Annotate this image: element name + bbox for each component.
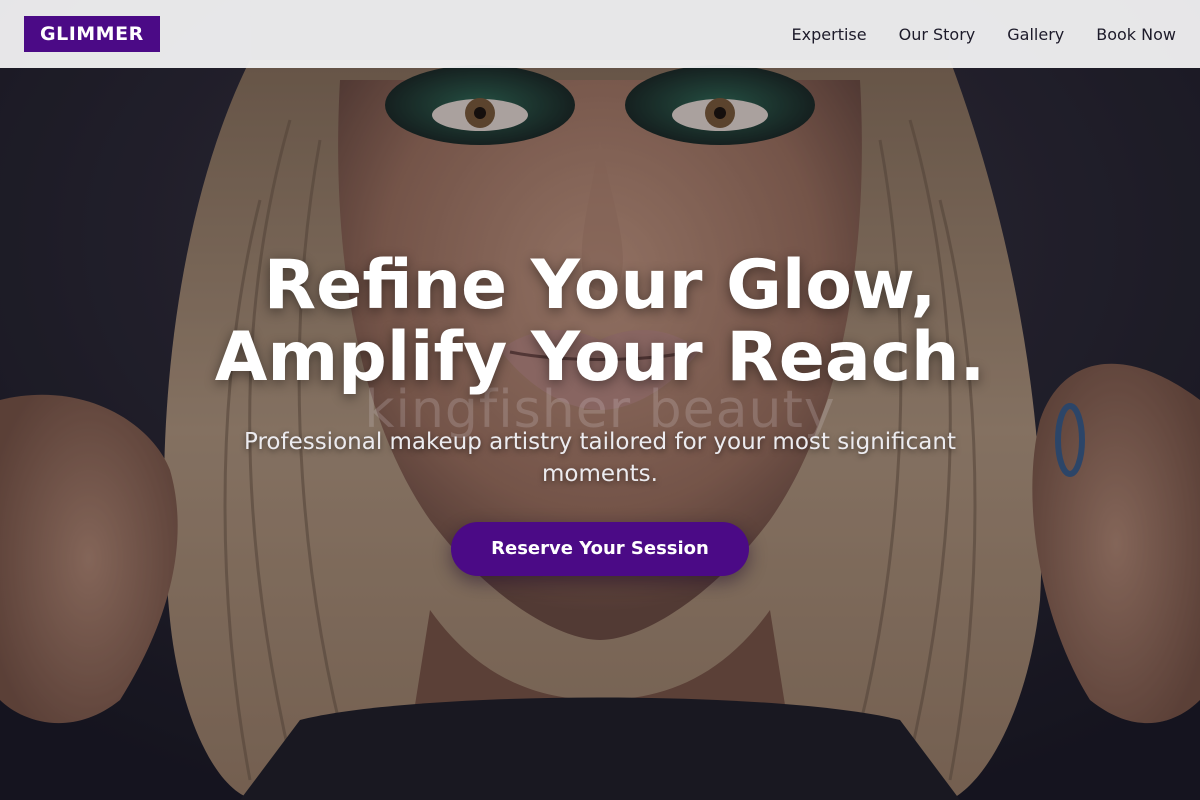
hero-subheadline: Professional makeup artistry tailored fo… bbox=[243, 429, 956, 487]
nav-links: Expertise Our Story Gallery Book Now bbox=[792, 25, 1176, 44]
brand-logo[interactable]: GLIMMER bbox=[24, 16, 160, 52]
hero-section: kingfisher beauty Refine Your Glow, Ampl… bbox=[0, 0, 1200, 800]
hero-headline-line1: Refine Your Glow, bbox=[263, 246, 937, 325]
nav-link-gallery[interactable]: Gallery bbox=[1007, 25, 1064, 44]
nav-link-book-now[interactable]: Book Now bbox=[1096, 25, 1176, 44]
hero-headline-line2: Amplify Your Reach. bbox=[214, 318, 986, 397]
reserve-session-button[interactable]: Reserve Your Session bbox=[451, 522, 749, 576]
hero-content: Refine Your Glow, Amplify Your Reach. Pr… bbox=[0, 250, 1200, 576]
top-navbar: GLIMMER Expertise Our Story Gallery Book… bbox=[0, 0, 1200, 68]
nav-link-expertise[interactable]: Expertise bbox=[792, 25, 867, 44]
hero-headline: Refine Your Glow, Amplify Your Reach. bbox=[0, 250, 1200, 394]
nav-link-our-story[interactable]: Our Story bbox=[899, 25, 976, 44]
